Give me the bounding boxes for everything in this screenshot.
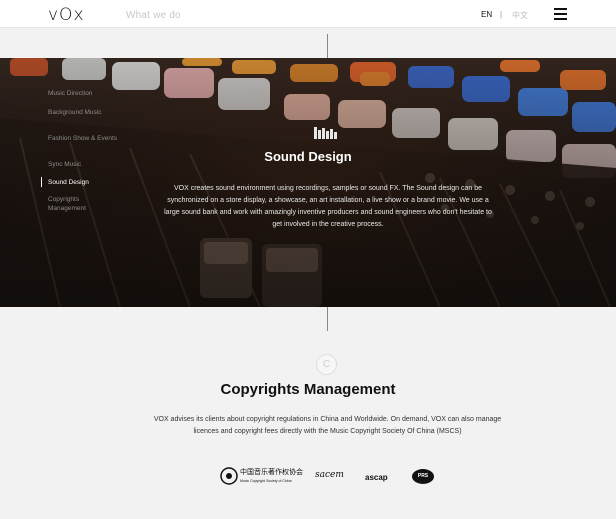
prs-logo: PRS [412,469,434,484]
sidebar-item-copyrights[interactable]: Copyrights Management [48,195,118,213]
sidebar-item-sound-design[interactable]: Sound Design [41,177,118,187]
top-header: vOx What we do EN | 中文 [0,0,616,28]
lang-en-link[interactable]: EN [481,10,492,19]
mcsc-caption: Music Copyright Society of China [240,479,292,483]
sidebar-item-fashion-show[interactable]: Fashion Show & Events [48,134,117,143]
mcsc-logo: 中国音乐著作权协会 Music Copyright Society of Chi… [220,466,303,490]
vox-logo[interactable]: vOx [48,5,85,25]
connector-line-top [327,34,328,58]
equalizer-icon [314,127,337,139]
ascap-logo: ascap [365,473,388,482]
copyright-icon: C [316,354,337,375]
hamburger-menu-icon[interactable] [554,8,567,20]
lang-separator: | [500,10,503,19]
lang-zh-link[interactable]: 中文 [512,10,528,21]
sacem-logo: sacem [315,470,344,480]
mcsc-name: 中国音乐著作权协会 [240,468,303,476]
connector-line-bottom [327,307,328,331]
partner-logos: 中国音乐著作权协会 Music Copyright Society of Chi… [220,466,436,492]
services-sidebar: Music Direction Background Music Fashion… [41,89,118,212]
sound-design-title: Sound Design [264,149,352,164]
sound-design-description: VOX creates sound environment using reco… [164,185,492,228]
sidebar-item-music-direction[interactable]: Music Direction [48,89,92,98]
copyrights-title: Copyrights Management [220,381,396,398]
section-title: What we do [126,10,181,21]
copyrights-description: VOX advises its clients about copyright … [153,416,502,435]
sidebar-item-background-music[interactable]: Background Music [48,108,101,117]
